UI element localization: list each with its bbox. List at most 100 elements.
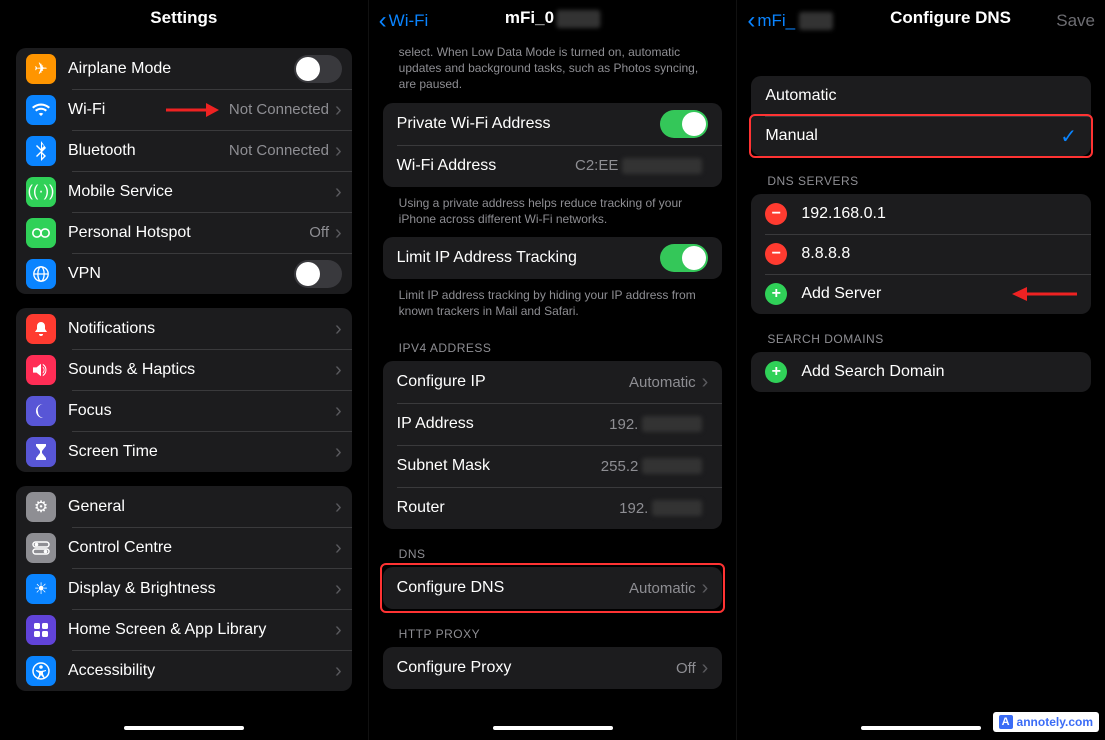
row-value: 192.	[609, 416, 702, 433]
accessibility-icon	[26, 656, 56, 686]
row-focus[interactable]: Focus ›	[16, 390, 352, 431]
row-general[interactable]: ⚙ General ›	[16, 486, 352, 527]
dns-servers-group: − 192.168.0.1 − 8.8.8.8 + Add Server	[751, 194, 1091, 314]
dns-group: Configure DNS Automatic ›	[383, 567, 723, 609]
add-icon[interactable]: +	[765, 361, 787, 383]
row-label: Sounds & Haptics	[68, 361, 335, 379]
row-value: Not Connected	[229, 142, 329, 159]
row-label: Display & Brightness	[68, 580, 335, 598]
row-value: Off	[309, 224, 329, 241]
vpn-switch[interactable]	[294, 260, 342, 288]
chevron-right-icon: ›	[335, 497, 342, 517]
row-label: Control Centre	[68, 539, 335, 557]
back-button[interactable]: ‹ Wi-Fi	[379, 9, 429, 33]
row-label: Home Screen & App Library	[68, 621, 335, 639]
row-mobile[interactable]: ((·)) Mobile Service ›	[16, 171, 352, 212]
row-vpn[interactable]: VPN	[16, 253, 352, 294]
section-header: HTTP PROXY	[369, 615, 737, 647]
row-homescreen[interactable]: Home Screen & App Library ›	[16, 609, 352, 650]
row-hotspot[interactable]: Personal Hotspot Off ›	[16, 212, 352, 253]
row-bluetooth[interactable]: Bluetooth Not Connected ›	[16, 130, 352, 171]
row-airplane[interactable]: ✈ Airplane Mode	[16, 48, 352, 89]
row-configure-proxy[interactable]: Configure Proxy Off ›	[383, 647, 723, 689]
settings-pane: Settings ✈ Airplane Mode Wi-Fi Not Conne…	[0, 0, 368, 740]
checkmark-icon: ✓	[1060, 124, 1077, 149]
back-label: Wi-Fi	[389, 11, 429, 31]
save-button[interactable]: Save	[1056, 11, 1095, 31]
row-mode-manual[interactable]: Manual ✓	[751, 116, 1091, 156]
row-private-wifi[interactable]: Private Wi-Fi Address	[383, 103, 723, 145]
chevron-right-icon: ›	[702, 578, 709, 598]
row-mode-automatic[interactable]: Automatic	[751, 76, 1091, 116]
row-notifications[interactable]: Notifications ›	[16, 308, 352, 349]
row-label: VPN	[68, 265, 294, 283]
row-value: C2:EE	[575, 157, 702, 174]
remove-icon[interactable]: −	[765, 203, 787, 225]
home-indicator	[124, 726, 244, 730]
row-wifi-address: Wi-Fi Address C2:EE	[383, 145, 723, 187]
back-button[interactable]: ‹ mFi_	[747, 9, 833, 33]
remove-icon[interactable]: −	[765, 243, 787, 265]
chevron-right-icon: ›	[335, 360, 342, 380]
nav-header: ‹ Wi-Fi mFi_0	[369, 0, 737, 42]
row-controlcentre[interactable]: Control Centre ›	[16, 527, 352, 568]
hourglass-icon	[26, 437, 56, 467]
moon-icon	[26, 396, 56, 426]
settings-group-attention: Notifications › Sounds & Haptics › Focus…	[16, 308, 352, 472]
airplane-switch[interactable]	[294, 55, 342, 83]
row-value: 255.2	[601, 458, 703, 475]
chevron-right-icon: ›	[335, 182, 342, 202]
row-label: Subnet Mask	[397, 457, 601, 475]
row-limit-tracking[interactable]: Limit IP Address Tracking	[383, 237, 723, 279]
dns-server-value: 192.168.0.1	[801, 205, 1077, 223]
row-display[interactable]: ☀ Display & Brightness ›	[16, 568, 352, 609]
row-accessibility[interactable]: Accessibility ›	[16, 650, 352, 691]
limit-tracking-group: Limit IP Address Tracking	[383, 237, 723, 279]
row-wifi[interactable]: Wi-Fi Not Connected ›	[16, 89, 352, 130]
hotspot-icon	[26, 218, 56, 248]
row-add-server[interactable]: + Add Server	[751, 274, 1091, 314]
private-wifi-switch[interactable]	[660, 110, 708, 138]
row-screentime[interactable]: Screen Time ›	[16, 431, 352, 472]
private-address-group: Private Wi-Fi Address Wi-Fi Address C2:E…	[383, 103, 723, 187]
add-icon[interactable]: +	[765, 283, 787, 305]
chevron-right-icon: ›	[335, 661, 342, 681]
dns-mode-group: Automatic Manual ✓	[751, 76, 1091, 156]
redacted-text	[652, 500, 702, 516]
row-label: Configure DNS	[397, 579, 629, 597]
row-label: General	[68, 498, 335, 516]
row-add-search-domain[interactable]: + Add Search Domain	[751, 352, 1091, 392]
chevron-right-icon: ›	[335, 401, 342, 421]
antenna-icon: ((·))	[26, 177, 56, 207]
row-dns-server[interactable]: − 8.8.8.8	[751, 234, 1091, 274]
section-header: SEARCH DOMAINS	[737, 320, 1105, 352]
row-label: Add Search Domain	[801, 363, 1077, 381]
row-dns-server[interactable]: − 192.168.0.1	[751, 194, 1091, 234]
chevron-left-icon: ‹	[747, 9, 755, 33]
page-title: Configure DNS	[890, 8, 1011, 28]
row-configure-dns[interactable]: Configure DNS Automatic ›	[383, 567, 723, 609]
page-title: Settings	[0, 0, 368, 48]
row-label: Add Server	[801, 285, 1077, 303]
page-title: mFi_0	[505, 8, 600, 28]
row-label: Automatic	[765, 87, 1077, 105]
row-configure-ip[interactable]: Configure IP Automatic ›	[383, 361, 723, 403]
airplane-icon: ✈	[26, 54, 56, 84]
row-label: Private Wi-Fi Address	[397, 115, 661, 133]
back-label: mFi_	[757, 11, 795, 31]
limit-tracking-switch[interactable]	[660, 244, 708, 272]
redacted-text	[642, 416, 702, 432]
nav-header: ‹ mFi_ Configure DNS Save	[737, 0, 1105, 42]
apps-icon	[26, 615, 56, 645]
row-label: Focus	[68, 402, 335, 420]
row-sounds[interactable]: Sounds & Haptics ›	[16, 349, 352, 390]
home-indicator	[493, 726, 613, 730]
row-value: Off	[676, 660, 696, 677]
speaker-icon	[26, 355, 56, 385]
bell-icon	[26, 314, 56, 344]
row-label: Wi-Fi	[68, 101, 229, 119]
chevron-right-icon: ›	[335, 100, 342, 120]
search-domains-group: + Add Search Domain	[751, 352, 1091, 392]
redacted-text	[556, 10, 600, 28]
row-label: Router	[397, 499, 619, 517]
